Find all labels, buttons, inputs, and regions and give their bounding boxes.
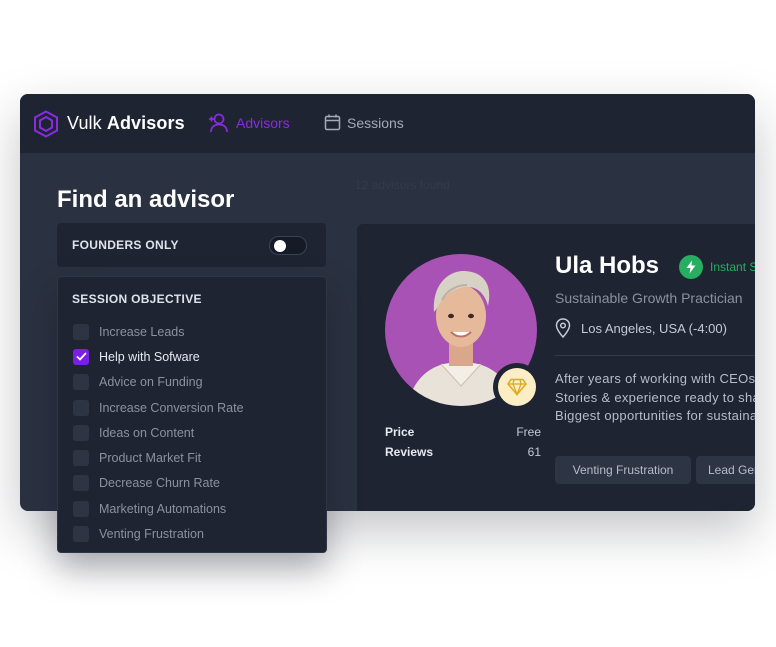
check-icon (75, 352, 87, 362)
location-text: Los Angeles, USA (-4:00) (581, 320, 727, 336)
objective-option[interactable]: Decrease Churn Rate (73, 471, 244, 496)
tag-chip[interactable]: Lead Generation (696, 456, 755, 484)
calendar-icon (324, 114, 347, 131)
founders-only-label: FOUNDERS ONLY (72, 238, 179, 252)
objective-list: Increase Leads Help with Sofware Advice … (73, 319, 244, 547)
nav-sessions-label: Sessions (347, 114, 404, 131)
objective-label: Increase Leads (99, 324, 185, 339)
objective-checkbox[interactable] (73, 450, 89, 467)
bio-line: After years of working with CEOs (555, 371, 755, 386)
card-divider (555, 355, 755, 356)
reviews-value: 61 (527, 445, 541, 459)
objective-label: Product Market Fit (99, 451, 202, 466)
objective-option[interactable]: Increase Conversion Rate (73, 395, 244, 420)
advisor-card[interactable]: Price Free Reviews 61 Ula Hobs Instant S… (357, 224, 755, 511)
bio-line: Biggest opportunities for sustainable (555, 408, 755, 423)
objective-label: Increase Conversion Rate (99, 400, 244, 415)
objective-label: Ideas on Content (99, 425, 195, 440)
objective-option[interactable]: Marketing Automations (73, 496, 244, 521)
objective-checkbox[interactable] (73, 526, 89, 543)
objective-option[interactable]: Advice on Funding (73, 370, 244, 395)
objective-checkbox[interactable] (73, 374, 89, 391)
brand-name-bold: Advisors (106, 113, 185, 133)
price-label: Price (385, 425, 415, 439)
founders-only-filter: FOUNDERS ONLY (57, 223, 326, 267)
advisor-name: Ula Hobs (555, 252, 660, 279)
diamond-icon (498, 368, 536, 406)
lightning-icon (679, 255, 703, 279)
premium-badge (493, 363, 541, 411)
objective-checkbox[interactable] (73, 399, 89, 416)
results-count: 12 advisors found (355, 178, 450, 192)
objective-checkbox[interactable] (73, 424, 89, 441)
objective-option[interactable]: Venting Frustration (73, 521, 244, 546)
brand-name-regular: Vulk (67, 113, 102, 133)
tag-chip[interactable]: Venting Frustration (555, 456, 691, 484)
objective-checkbox[interactable] (73, 348, 89, 365)
reviews-label: Reviews (385, 445, 434, 459)
founders-only-toggle[interactable] (269, 236, 307, 255)
top-navbar: Vulk Advisors Advisors Sessions (20, 94, 755, 153)
advisor-location: Los Angeles, USA (-4:00) (555, 318, 727, 338)
objective-label: Venting Frustration (99, 527, 204, 542)
session-objective-title: SESSION OBJECTIVE (72, 292, 202, 306)
hexagon-logo-icon (33, 109, 59, 138)
page-title: Find an advisor (57, 186, 235, 213)
objective-label: Decrease Churn Rate (99, 476, 220, 491)
brand[interactable]: Vulk Advisors (33, 109, 185, 138)
objective-option[interactable]: Increase Leads (73, 319, 244, 344)
objective-label: Advice on Funding (99, 375, 203, 390)
nav-advisors[interactable]: Advisors (208, 113, 290, 133)
objective-option[interactable]: Product Market Fit (73, 445, 244, 470)
objective-checkbox[interactable] (73, 500, 89, 517)
toggle-knob (274, 240, 286, 252)
map-pin-icon (555, 318, 571, 338)
objective-option[interactable]: Ideas on Content (73, 420, 244, 445)
user-add-icon (208, 113, 236, 133)
objective-checkbox[interactable] (73, 323, 89, 340)
advisor-title: Sustainable Growth Practician (555, 290, 743, 306)
objective-label: Marketing Automations (99, 501, 227, 516)
objective-option[interactable]: Help with Sofware (73, 344, 244, 369)
objective-label: Help with Sofware (99, 349, 200, 364)
bio-line: Stories & experience ready to share (555, 389, 755, 405)
instant-session-badge: Instant Session (679, 255, 755, 279)
advisor-bio: After years of working with CEOs Stories… (555, 370, 755, 426)
nav-advisors-label: Advisors (236, 115, 290, 131)
nav-sessions[interactable]: Sessions (324, 114, 404, 131)
brand-name: Vulk Advisors (67, 113, 185, 134)
objective-checkbox[interactable] (73, 475, 89, 492)
instant-session-label: Instant Session (710, 260, 755, 274)
session-objective-panel: SESSION OBJECTIVE Increase Leads Help wi… (57, 276, 327, 553)
price-value: Free (516, 425, 541, 439)
